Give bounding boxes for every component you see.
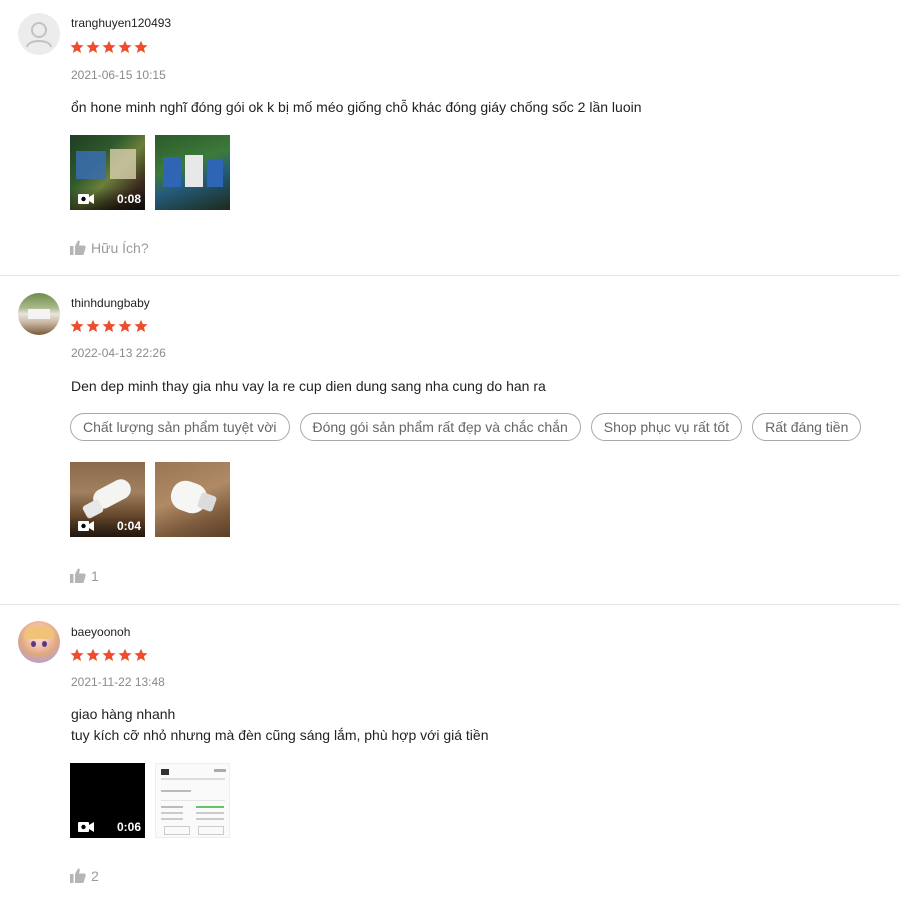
star-icon [134,319,148,333]
review-media: 0:06 [70,763,230,838]
review-video-thumbnail[interactable]: 0:08 [70,135,145,210]
helpful-button[interactable]: Hữu Ích? [70,240,149,256]
rating-stars [70,648,148,662]
review-date: 2021-11-22 13:48 [71,675,165,689]
video-camera-icon [78,822,94,832]
default-user-icon [26,22,52,48]
reviewer-username[interactable]: tranghuyen120493 [71,16,171,30]
star-icon [86,648,100,662]
star-icon [70,319,84,333]
reviewer-username[interactable]: baeyoonoh [71,625,130,639]
thumbs-up-icon [70,240,86,255]
comment-line: giao hàng nhanh [71,706,176,722]
review-image-thumbnail[interactable] [155,462,230,537]
review-image-thumbnail[interactable] [155,135,230,210]
like-count: 2 [91,868,99,884]
like-button[interactable]: 1 [70,568,99,584]
video-duration: 0:06 [116,820,141,834]
comment-line: ổn hone minh nghĩ đóng gói ok k bị mố mé… [71,99,642,115]
review-comment: Den dep minh thay gia nhu vay la re cup … [71,376,546,397]
star-icon [86,40,100,54]
star-icon [134,648,148,662]
review-item: tranghuyen120493 2021-06-15 10:15 ổn hon… [0,0,900,276]
review-date: 2021-06-15 10:15 [71,68,166,82]
review-tag[interactable]: Shop phục vụ rất tốt [590,413,743,441]
reviewer-username[interactable]: thinhdungbaby [71,296,150,310]
star-icon [134,40,148,54]
avatar[interactable] [18,13,60,55]
video-camera-icon [78,521,94,531]
like-count: 1 [91,568,99,584]
star-icon [102,648,116,662]
video-duration: 0:08 [116,192,141,206]
review-tags: Chất lượng sản phẩm tuyệt vời Đóng gói s… [70,413,862,441]
star-icon [118,648,132,662]
review-image-thumbnail[interactable] [155,763,230,838]
review-date: 2022-04-13 22:26 [71,346,166,360]
star-icon [118,40,132,54]
review-media: 0:08 [70,135,230,210]
review-media: 0:04 [70,462,230,537]
thumbs-up-icon [70,568,86,583]
review-video-thumbnail[interactable]: 0:04 [70,462,145,537]
video-duration: 0:04 [116,519,141,533]
review-item: thinhdungbaby 2022-04-13 22:26 Den dep m… [0,276,900,604]
review-tag[interactable]: Rất đáng tiền [752,413,862,441]
avatar[interactable] [18,621,60,663]
rating-stars [70,40,148,54]
star-icon [86,319,100,333]
review-tag[interactable]: Đóng gói sản phẩm rất đẹp và chắc chắn [299,413,581,441]
review-comment: ổn hone minh nghĩ đóng gói ok k bị mố mé… [71,97,642,118]
rating-stars [70,319,148,333]
thumbs-up-icon [70,868,86,883]
star-icon [102,319,116,333]
avatar[interactable] [18,293,60,335]
star-icon [102,40,116,54]
review-comment: giao hàng nhanh tuy kích cỡ nhỏ nhưng mà… [71,704,489,746]
video-camera-icon [78,194,94,204]
star-icon [70,648,84,662]
review-video-thumbnail[interactable]: 0:06 [70,763,145,838]
like-button[interactable]: 2 [70,868,99,884]
star-icon [118,319,132,333]
star-icon [70,40,84,54]
comment-line: tuy kích cỡ nhỏ nhưng mà đèn cũng sáng l… [71,727,489,743]
comment-line: Den dep minh thay gia nhu vay la re cup … [71,378,546,394]
review-item: baeyoonoh 2021-11-22 13:48 giao hàng nha… [0,605,900,900]
helpful-label: Hữu Ích? [91,240,149,256]
review-tag[interactable]: Chất lượng sản phẩm tuyệt vời [70,413,290,441]
